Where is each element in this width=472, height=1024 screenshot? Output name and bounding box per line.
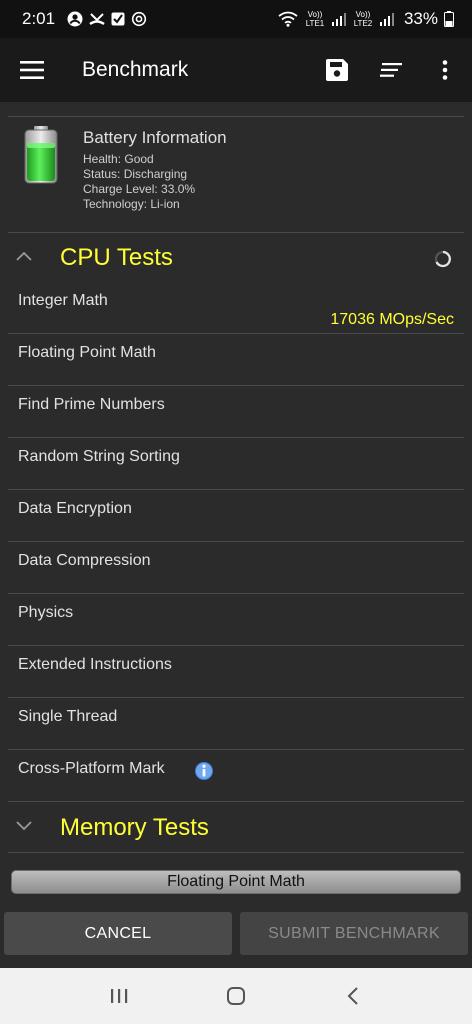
benchmark-progress-bar: Floating Point Math (11, 870, 461, 894)
status-bar: 2:01 Vo)) LTE1 Vo)) LTE2 33% (0, 0, 472, 38)
sort-button[interactable] (364, 38, 418, 102)
save-icon (326, 59, 348, 81)
cpu-tests-title: CPU Tests (60, 244, 173, 271)
test-name: Physics (18, 604, 74, 621)
benchmark-content: Battery Information Health: Good Status:… (0, 102, 472, 868)
test-row[interactable]: Integer Math 17036 MOps/Sec (0, 282, 472, 334)
recent-apps-icon (110, 989, 127, 1003)
battery-charge: Charge Level: 33.0% (83, 182, 196, 196)
info-icon[interactable] (194, 761, 214, 781)
more-vert-icon (442, 60, 448, 80)
sim1-label: Vo)) LTE1 (305, 10, 325, 28)
battery-heading: Battery Information (83, 128, 227, 147)
back-icon (347, 987, 359, 1005)
missed-call-icon (89, 13, 105, 26)
test-row[interactable]: Data Compression (0, 542, 472, 594)
battery-health: Health: Good (83, 152, 154, 166)
save-button[interactable] (310, 38, 364, 102)
menu-button[interactable] (0, 38, 64, 102)
battery-info-card: Battery Information Health: Good Status:… (0, 118, 472, 232)
checkbox-icon (111, 12, 125, 26)
recent-apps-button[interactable] (89, 968, 149, 1024)
battery-status: Status: Discharging (83, 167, 188, 181)
home-icon (226, 987, 245, 1005)
signal-icon (379, 13, 394, 26)
status-right: Vo)) LTE1 Vo)) LTE2 33% (278, 9, 454, 29)
account-circle-icon (67, 11, 83, 27)
back-button[interactable] (323, 968, 383, 1024)
memory-tests-header[interactable]: Memory Tests (0, 804, 472, 854)
app-bar: Benchmark (0, 38, 472, 102)
app-bar-actions (310, 38, 472, 102)
cancel-button[interactable]: CANCEL (4, 912, 232, 955)
test-name: Random String Sorting (18, 448, 180, 465)
test-row[interactable]: Single Thread (0, 698, 472, 750)
test-row[interactable]: Extended Instructions (0, 646, 472, 698)
home-button[interactable] (206, 968, 266, 1024)
system-nav-bar (0, 968, 472, 1024)
test-row[interactable]: Random String Sorting (0, 438, 472, 490)
page-title: Benchmark (82, 58, 189, 81)
battery-technology: Technology: Li-ion (83, 197, 180, 211)
test-result: 17036 MOps/Sec (330, 311, 454, 328)
battery-level-icon (24, 126, 58, 184)
cpu-tests-header[interactable]: CPU Tests (0, 234, 472, 284)
more-options-button[interactable] (418, 38, 472, 102)
test-row[interactable]: Cross-Platform Mark (0, 750, 472, 802)
test-name: Single Thread (18, 708, 118, 725)
signal-icon (331, 13, 346, 26)
test-name: Find Prime Numbers (18, 396, 165, 413)
status-time: 2:01 (22, 9, 56, 28)
divider (8, 852, 464, 853)
notification-icons (67, 11, 147, 27)
progress-label: Floating Point Math (167, 873, 305, 890)
test-name: Data Encryption (18, 500, 132, 517)
battery-details: Battery Information Health: Good Status:… (83, 128, 227, 212)
divider (8, 801, 464, 802)
test-name: Data Compression (18, 552, 151, 569)
test-row[interactable]: Floating Point Math (0, 334, 472, 386)
test-row[interactable]: Data Encryption (0, 490, 472, 542)
menu-icon (20, 61, 44, 79)
wifi-icon (278, 11, 298, 27)
test-name: Floating Point Math (18, 344, 156, 361)
submit-benchmark-button[interactable]: SUBMIT BENCHMARK (240, 912, 468, 955)
divider (8, 232, 464, 233)
sync-icon (131, 11, 147, 27)
sort-icon (380, 63, 402, 77)
chevron-down-icon (16, 821, 32, 831)
battery-percent: 33% (403, 9, 438, 28)
loading-spinner-icon (434, 250, 452, 268)
test-name: Cross-Platform Mark (18, 760, 165, 777)
divider (8, 116, 464, 117)
test-name: Extended Instructions (18, 656, 172, 673)
test-name: Integer Math (18, 292, 108, 309)
test-row[interactable]: Physics (0, 594, 472, 646)
chevron-up-icon (16, 251, 32, 261)
memory-tests-title: Memory Tests (60, 814, 209, 841)
sim2-label: Vo)) LTE2 (353, 10, 373, 28)
battery-icon (444, 11, 454, 27)
test-row[interactable]: Find Prime Numbers (0, 386, 472, 438)
